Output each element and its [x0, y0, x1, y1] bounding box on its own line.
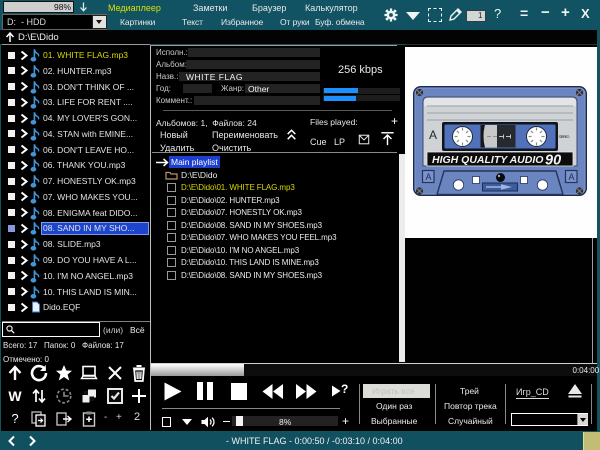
svg-text:A: A [426, 172, 432, 182]
svg-text:HIGH QUALITY AUDIO: HIGH QUALITY AUDIO [432, 154, 543, 166]
svg-text:A: A [429, 128, 437, 142]
svg-text:STEREO: STEREO [559, 135, 570, 139]
svg-text:90: 90 [545, 153, 561, 169]
svg-text:A: A [569, 172, 575, 182]
